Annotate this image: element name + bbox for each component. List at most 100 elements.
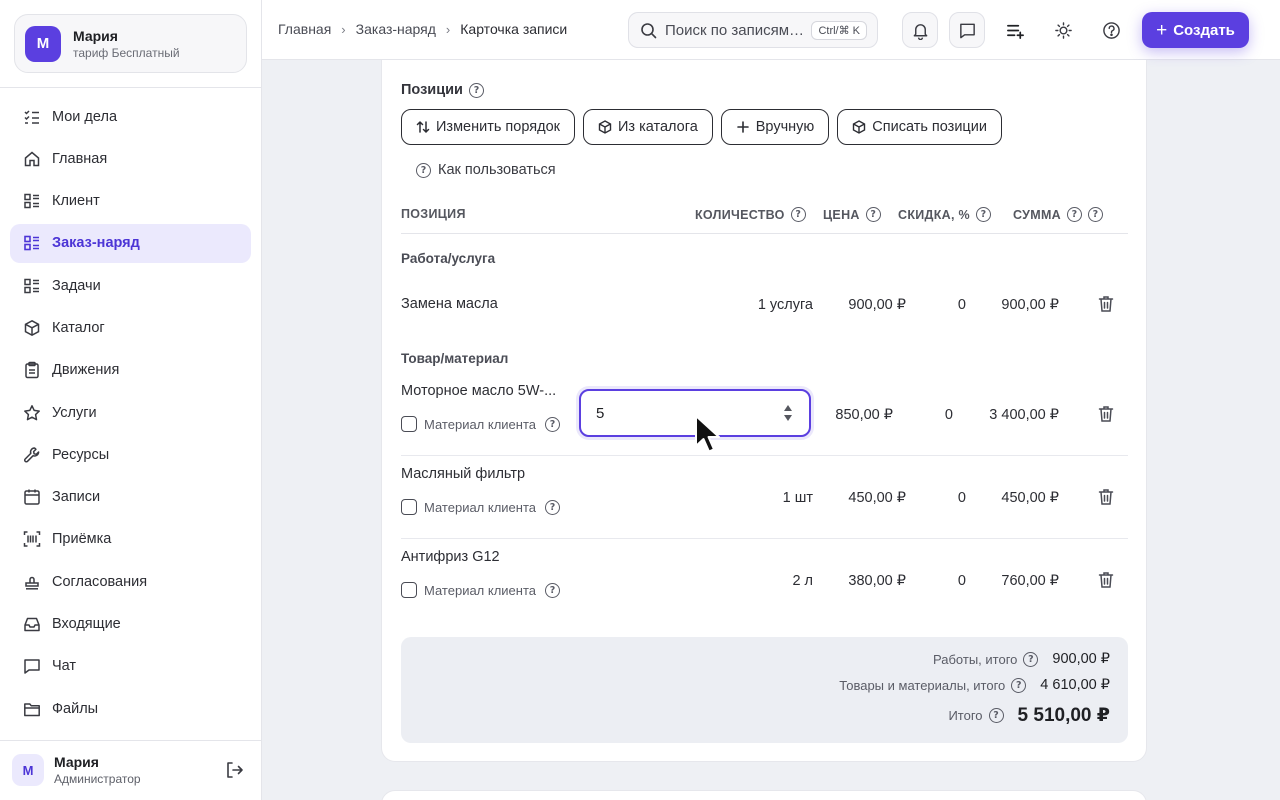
inbox-icon [22, 614, 42, 634]
sidebar-item-label: Услуги [52, 404, 97, 421]
help-icon[interactable]: ? [545, 416, 561, 432]
search-shortcut: Ctrl/⌘ K [811, 21, 867, 40]
column-header-label: ПОЗИЦИЯ [401, 207, 466, 221]
grand-total-label: Итого [948, 708, 983, 723]
row-qty: 1 шт [782, 490, 813, 506]
sidebar-item-approvals[interactable]: Согласования [10, 562, 251, 601]
help-icon[interactable]: ? [545, 499, 561, 515]
search-input[interactable]: Поиск по записям… Ctrl/⌘ K [628, 12, 878, 48]
logout-icon[interactable] [224, 760, 244, 780]
trash-icon[interactable] [1098, 488, 1114, 506]
sidebar-item-inbox[interactable]: Входящие [10, 605, 251, 644]
client-material-checkbox[interactable]: Материал клиента ? [401, 416, 561, 432]
row-name: Масляный фильтр [401, 466, 526, 482]
clipboard-icon [22, 360, 42, 380]
sidebar-item-label: Каталог [52, 319, 105, 336]
sidebar-item-label: Заказ-наряд [52, 235, 140, 252]
create-button-label: Создать [1173, 21, 1235, 39]
checkbox[interactable] [401, 582, 417, 598]
sidebar-item-records[interactable]: Записи [10, 478, 251, 517]
goods-total-label: Товары и материалы, итого [839, 677, 1006, 693]
help-icon[interactable]: ? [1067, 207, 1082, 222]
sidebar-item-acceptance[interactable]: Приёмка [10, 520, 251, 559]
sidebar-item-home[interactable]: Главная [10, 139, 251, 178]
column-header-label: ЦЕНА [823, 207, 860, 222]
account-switcher[interactable]: М Мария тариф Бесплатный [14, 14, 247, 73]
sidebar-item-label: Приёмка [52, 531, 112, 548]
current-user: М Мария Администратор [12, 752, 252, 788]
sidebar-item-work-order[interactable]: Заказ-наряд [10, 223, 251, 263]
help-icon[interactable]: ? [975, 207, 991, 222]
sidebar-item-my-tasks[interactable]: Мои дела [10, 97, 251, 136]
account-avatar: М [25, 25, 61, 62]
trash-icon[interactable] [1098, 295, 1114, 313]
sort-arrows-icon [416, 120, 430, 134]
trash-icon[interactable] [1098, 571, 1114, 589]
breadcrumb-work-order[interactable]: Заказ-наряд [356, 21, 436, 37]
sidebar-item-label: Мои дела [52, 108, 118, 125]
row-divider [401, 538, 1128, 539]
sun-icon [1054, 21, 1072, 39]
manual-add-button[interactable]: Вручную [720, 109, 830, 145]
row-price: 850,00 ₽ [835, 407, 893, 423]
sidebar-item-catalog[interactable]: Каталог [10, 308, 251, 347]
checkbox[interactable] [401, 416, 417, 432]
sidebar-item-resources[interactable]: Ресурсы [10, 435, 251, 474]
search-icon [641, 22, 657, 38]
help-icon[interactable]: ? [545, 582, 561, 598]
write-off-button[interactable]: Списать позиции [837, 109, 1002, 145]
cube-icon [853, 120, 866, 134]
breadcrumb: Главная › Заказ-наряд › Карточка записи [278, 21, 567, 37]
help-icon[interactable]: ? [790, 207, 806, 222]
sidebar-item-client[interactable]: Клиент [10, 182, 251, 221]
checkbox[interactable] [401, 499, 417, 515]
row-price: 900,00 ₽ [848, 297, 906, 313]
client-material-label: Материал клиента [424, 582, 537, 598]
positions-title: Позиции ? [401, 82, 484, 98]
how-to-use-link[interactable]: ? Как пользоваться [416, 162, 556, 178]
grand-total-value: 5 510,00 ₽ [1017, 705, 1110, 726]
create-button[interactable]: + Создать [1142, 12, 1249, 48]
sidebar-item-movements[interactable]: Движения [10, 351, 251, 390]
sidebar-item-files[interactable]: Файлы [10, 689, 251, 728]
sidebar-item-services[interactable]: Услуги [10, 393, 251, 432]
row-discount: 0 [957, 573, 966, 589]
row-sum: 3 400,00 ₽ [989, 407, 1059, 423]
messages-button[interactable] [949, 12, 985, 48]
reorder-button[interactable]: Изменить порядок [401, 109, 575, 145]
notifications-button[interactable] [902, 12, 938, 48]
chat-icon [959, 23, 975, 38]
positions-toolbar: Изменить порядок Из каталога Вручную Спи… [401, 109, 1010, 145]
sidebar-item-label: Согласования [52, 573, 148, 590]
list-icon [22, 191, 42, 211]
group-goods-material: Товар/материал [401, 351, 509, 366]
row-price: 450,00 ₽ [848, 490, 906, 506]
help-button[interactable] [1093, 12, 1129, 48]
help-icon[interactable]: ? [988, 708, 1004, 723]
help-icon[interactable]: ? [468, 82, 484, 98]
row-name: Антифриз G12 [401, 549, 500, 565]
work-total: Работы, итого ? 900,00 ₽ [933, 651, 1110, 667]
list-icon [22, 276, 42, 296]
help-icon[interactable]: ? [1023, 651, 1039, 667]
breadcrumb-home[interactable]: Главная [278, 21, 331, 37]
theme-toggle-button[interactable] [1045, 12, 1081, 48]
help-icon[interactable]: ? [1011, 677, 1027, 693]
column-header-label: СКИДКА, % [898, 207, 970, 222]
row-qty: 2 л [792, 573, 813, 589]
manual-add-button-label: Вручную [755, 119, 815, 135]
goods-total-value: 4 610,00 ₽ [1040, 677, 1110, 693]
client-material-checkbox[interactable]: Материал клиента ? [401, 499, 561, 515]
from-catalog-button[interactable]: Из каталога [582, 109, 713, 145]
positions-card: Позиции ? Изменить порядок Из каталога В… [381, 60, 1147, 762]
client-material-checkbox[interactable]: Материал клиента ? [401, 582, 561, 598]
spinner-arrows-icon[interactable] [783, 404, 793, 422]
client-material-label: Материал клиента [424, 499, 537, 515]
add-to-list-button[interactable] [997, 12, 1033, 48]
sidebar-item-tasks[interactable]: Задачи [10, 266, 251, 305]
row-discount: 0 [957, 297, 966, 313]
trash-icon[interactable] [1098, 405, 1114, 423]
sidebar-item-chat[interactable]: Чат [10, 647, 251, 686]
help-icon[interactable]: ? [865, 207, 881, 222]
help-icon[interactable]: ? [1088, 207, 1103, 222]
